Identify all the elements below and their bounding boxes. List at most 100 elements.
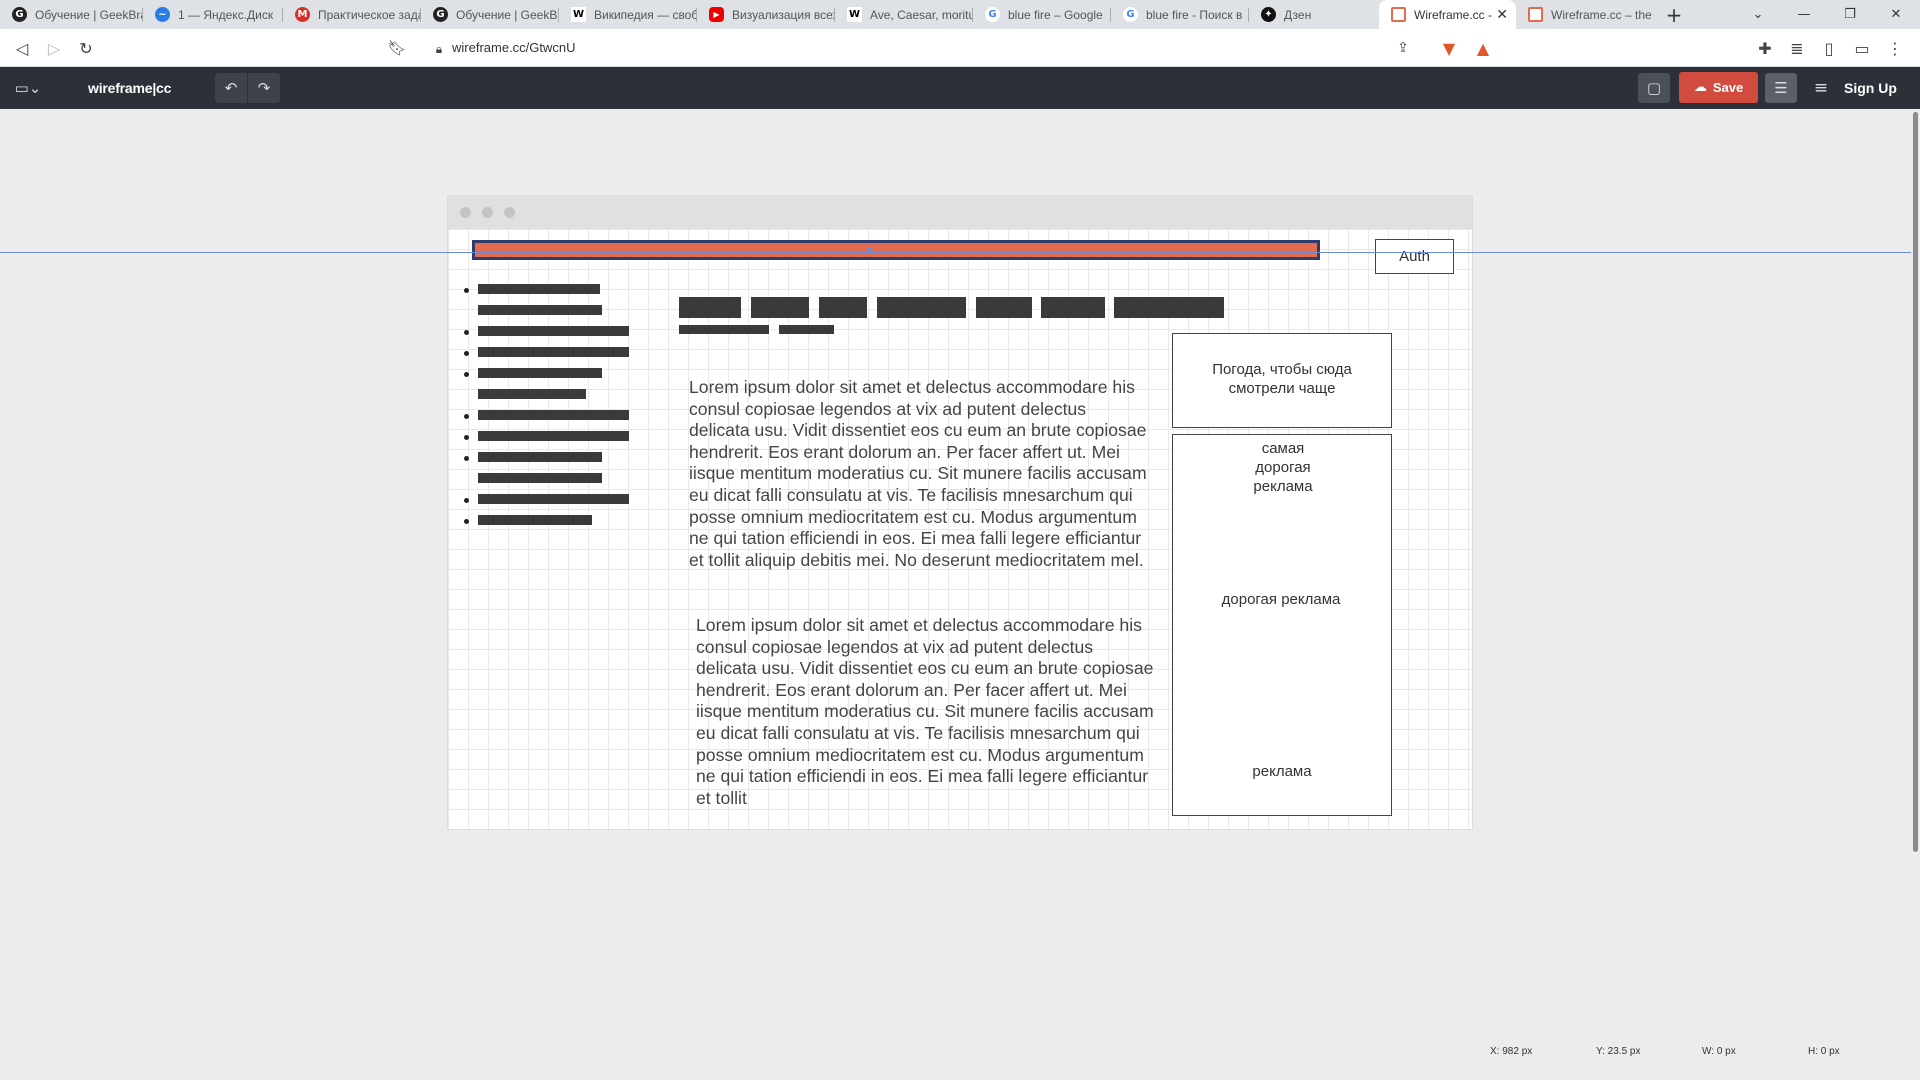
settings-sliders-icon[interactable]: ☰ [1765, 73, 1797, 103]
save-label: Save [1712, 80, 1744, 95]
ad-banner-box[interactable]: самая дорогая реклама дорогая реклама ре… [1172, 434, 1392, 816]
nav-menu-block[interactable] [976, 297, 1032, 318]
list-item-bar[interactable] [478, 473, 602, 483]
alignment-guide-line [0, 252, 1920, 253]
list-item-bar[interactable] [478, 347, 629, 357]
ad-bottom-text: реклама [1252, 763, 1312, 780]
tab-title: Википедия — свободная [594, 7, 696, 22]
frame-titlebar [448, 196, 1472, 229]
coordinates-status: X: 982 px Y: 23.5 px W: 0 px H: 0 px [1490, 1046, 1914, 1057]
scrollbar-thumb[interactable] [1913, 112, 1918, 852]
tab-title: Практическое задание [318, 7, 420, 22]
redo-icon[interactable]: ↷ [248, 73, 280, 103]
nav-menu-block[interactable] [679, 297, 741, 318]
weather-widget-box[interactable]: Погода, чтобы сюда смотрели чаще [1172, 333, 1392, 428]
browser-tab[interactable]: Wireframe.cc – the [1516, 0, 1653, 29]
auth-box[interactable]: Auth [1375, 239, 1454, 274]
hamburger-menu-icon[interactable]: ≡ [1807, 73, 1835, 103]
close-tab-icon[interactable]: ✕ [1496, 6, 1508, 23]
wireframe-browser-frame: Auth Lorem ipsum dolor sit amet et delec… [447, 195, 1473, 830]
google-icon: G [985, 7, 1000, 22]
status-h: H: 0 px [1808, 1046, 1840, 1057]
list-item-bar[interactable] [478, 515, 592, 525]
browser-tab[interactable]: Gblue fire - Поиск в [1111, 0, 1248, 29]
list-item-bar[interactable] [478, 389, 586, 399]
comments-icon[interactable]: ▢ [1638, 73, 1670, 103]
nav-menu-block[interactable] [751, 297, 809, 318]
list-item-bar[interactable] [478, 305, 602, 315]
restore-icon[interactable]: ❐ [1827, 0, 1873, 29]
new-tab-button[interactable]: + [1651, 0, 1697, 29]
status-x: X: 982 px [1490, 1046, 1533, 1057]
address-bar[interactable]: wireframe.cc/GtwcnU [452, 40, 576, 55]
header-bar-selected[interactable] [472, 240, 1320, 260]
list-item-bar[interactable] [478, 452, 602, 462]
save-button[interactable]: ☁ Save [1679, 72, 1758, 103]
dzen-icon: ✦ [1261, 7, 1276, 22]
share-icon[interactable]: ⇪ [1392, 37, 1414, 59]
yandex-disk-icon: ~ [155, 7, 170, 22]
list-item-bar[interactable] [478, 410, 629, 420]
sidebar-icon[interactable]: ▯ [1818, 37, 1840, 59]
forward-icon[interactable]: ▷ [43, 37, 65, 59]
browser-tab[interactable]: W Ave, Caesar, morituri [835, 0, 972, 29]
browser-tab[interactable]: G Обучение | GeekBrains [0, 0, 142, 29]
tab-title: Дзен [1284, 7, 1312, 22]
browser-tab[interactable]: ✦ Дзен [1249, 0, 1379, 29]
list-item-bar[interactable] [478, 284, 600, 294]
browser-tab[interactable]: G Обучение | GeekBrains [421, 0, 558, 29]
minimize-icon[interactable]: — [1781, 0, 1827, 29]
back-icon[interactable]: ◁ [11, 37, 33, 59]
tab-title: Визуализация всех [732, 7, 834, 22]
list-item-bar[interactable] [478, 326, 629, 336]
list-bullet [464, 414, 469, 419]
menu-icon[interactable]: ⋮ [1884, 37, 1906, 59]
nav-menu-block[interactable] [877, 297, 966, 318]
list-item-bar[interactable] [478, 494, 629, 504]
brave-shield-icon[interactable]: ▼ [1438, 37, 1460, 59]
brave-rewards-icon[interactable]: ▲ [1472, 37, 1494, 59]
extensions-icon[interactable]: ✚ [1754, 37, 1776, 59]
close-window-icon[interactable]: ✕ [1873, 0, 1919, 29]
list-bullet [464, 435, 469, 440]
app-logo: wireframe|cc [88, 80, 172, 96]
canvas-grid[interactable]: Auth Lorem ipsum dolor sit amet et delec… [448, 229, 1472, 829]
app-toolbar: ▭⌄ wireframe|cc ↶ ↷ ▢ ☁ Save ☰ ≡ Sign Up [0, 67, 1920, 109]
tab-title: blue fire – Google [1008, 7, 1103, 22]
geekbrains-icon: G [12, 7, 27, 22]
browser-tab[interactable]: M Практическое задание [283, 0, 420, 29]
tab-title: Обучение | GeekBrains [456, 7, 558, 22]
browser-tab[interactable]: Gblue fire – Google [973, 0, 1110, 29]
browser-tab[interactable]: ▶ Визуализация всех [697, 0, 834, 29]
nav-menu-block[interactable] [1041, 297, 1105, 318]
tab-search-icon[interactable]: ⌄ [1735, 0, 1781, 29]
body-paragraph[interactable]: Lorem ipsum dolor sit amet et delectus a… [689, 377, 1149, 571]
list-bullet [464, 372, 469, 377]
list-bullet [464, 456, 469, 461]
body-paragraph[interactable]: Lorem ipsum dolor sit amet et delectus a… [696, 615, 1156, 807]
reading-list-icon[interactable]: ≣ [1786, 37, 1808, 59]
undo-icon[interactable]: ↶ [215, 73, 247, 103]
bookmark-icon[interactable]: 🔖︎ [386, 37, 408, 59]
subnav-block[interactable] [779, 325, 834, 334]
google-icon: G [1123, 7, 1138, 22]
tab-title: Обучение | GeekBrains [35, 7, 142, 22]
geekbrains-icon: G [433, 7, 448, 22]
list-item-bar[interactable] [478, 431, 629, 441]
browser-tab[interactable]: W Википедия — свободная [559, 0, 696, 29]
nav-menu-block[interactable] [1114, 297, 1224, 318]
list-item-bar[interactable] [478, 368, 602, 378]
browser-tab-active[interactable]: Wireframe.cc - ✕ [1379, 0, 1516, 29]
list-bullet [464, 351, 469, 356]
templates-menu-icon[interactable]: ▭⌄ [8, 73, 48, 103]
ad-top-text: самая дорогая реклама [1253, 440, 1313, 495]
nav-menu-block[interactable] [819, 297, 867, 318]
browser-tab[interactable]: ~1 — Яндекс.Диск [143, 0, 282, 29]
subnav-block[interactable] [679, 325, 769, 334]
browser-tab-strip: GОбучение | GeekBrains ~1 — Яндекс.Диск … [0, 0, 1920, 29]
signup-link[interactable]: Sign Up [1844, 80, 1897, 96]
reload-icon[interactable]: ↻ [75, 37, 97, 59]
wallet-icon[interactable]: ▭ [1851, 37, 1873, 59]
ad-middle-text: дорогая реклама [1221, 591, 1341, 608]
list-bullet [464, 288, 469, 293]
